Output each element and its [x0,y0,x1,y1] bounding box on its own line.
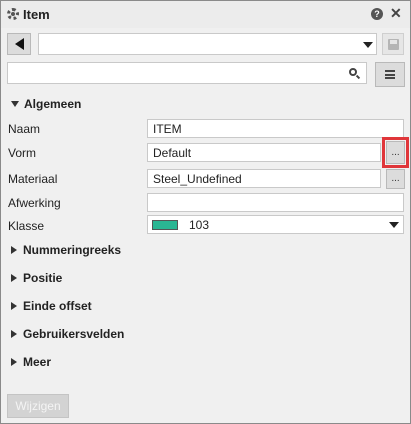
section-user-fields-label: Gebruikersvelden [23,327,125,341]
search-icon[interactable] [349,68,357,76]
shape-field[interactable]: Default [147,143,381,162]
section-general-header[interactable]: Algemeen [11,97,81,111]
item-properties-panel: Item ? ✕ Algemeen Naam ITEM Vorm Default… [0,0,411,424]
name-field[interactable]: ITEM [147,119,404,138]
section-end-offset-label: Einde offset [23,299,92,313]
material-label: Materiaal [8,172,58,186]
collapsed-triangle-icon [11,302,17,310]
section-numbering-label: Nummeringreeks [23,243,122,257]
collapsed-triangle-icon [11,246,17,254]
section-general-label: Algemeen [24,97,82,111]
modify-button-label: Wijzigen [15,399,61,413]
name-label: Naam [8,122,41,136]
class-dropdown[interactable]: 103 [147,215,404,234]
arrow-left-icon [14,38,24,50]
title-bar: Item ? ✕ [1,1,410,28]
section-position-label: Positie [23,271,63,285]
section-position-header[interactable]: Positie [11,271,62,285]
collapsed-triangle-icon [11,274,17,282]
menu-button[interactable] [375,62,405,87]
save-button[interactable] [382,33,404,55]
collapsed-triangle-icon [11,330,17,338]
gear-icon [7,8,19,20]
chevron-down-icon [389,222,399,228]
collapsed-triangle-icon [11,358,17,366]
finish-field[interactable] [147,193,404,212]
section-more-header[interactable]: Meer [11,355,51,369]
section-user-fields-header[interactable]: Gebruikersvelden [11,327,124,341]
class-color-swatch [152,220,178,230]
close-icon[interactable]: ✕ [390,5,402,22]
material-browse-button[interactable]: ... [386,169,405,189]
section-numbering-header[interactable]: Nummeringreeks [11,243,121,257]
attributes-dropdown[interactable] [38,33,377,55]
section-end-offset-header[interactable]: Einde offset [11,299,92,313]
panel-title: Item [23,7,50,22]
back-button[interactable] [7,33,31,55]
help-icon[interactable]: ? [371,8,383,20]
finish-label: Afwerking [8,196,61,210]
material-field[interactable]: Steel_Undefined [147,169,381,188]
shape-label: Vorm [8,146,37,160]
class-value: 103 [189,218,210,232]
search-input[interactable] [7,62,367,84]
modify-button[interactable]: Wijzigen [7,394,69,418]
class-label: Klasse [8,219,45,233]
expanded-triangle-icon [11,101,19,107]
chevron-down-icon [363,42,373,48]
menu-icon [385,70,395,79]
save-icon [387,38,399,50]
shape-browse-button[interactable]: ... [386,141,405,164]
section-more-label: Meer [23,355,52,369]
